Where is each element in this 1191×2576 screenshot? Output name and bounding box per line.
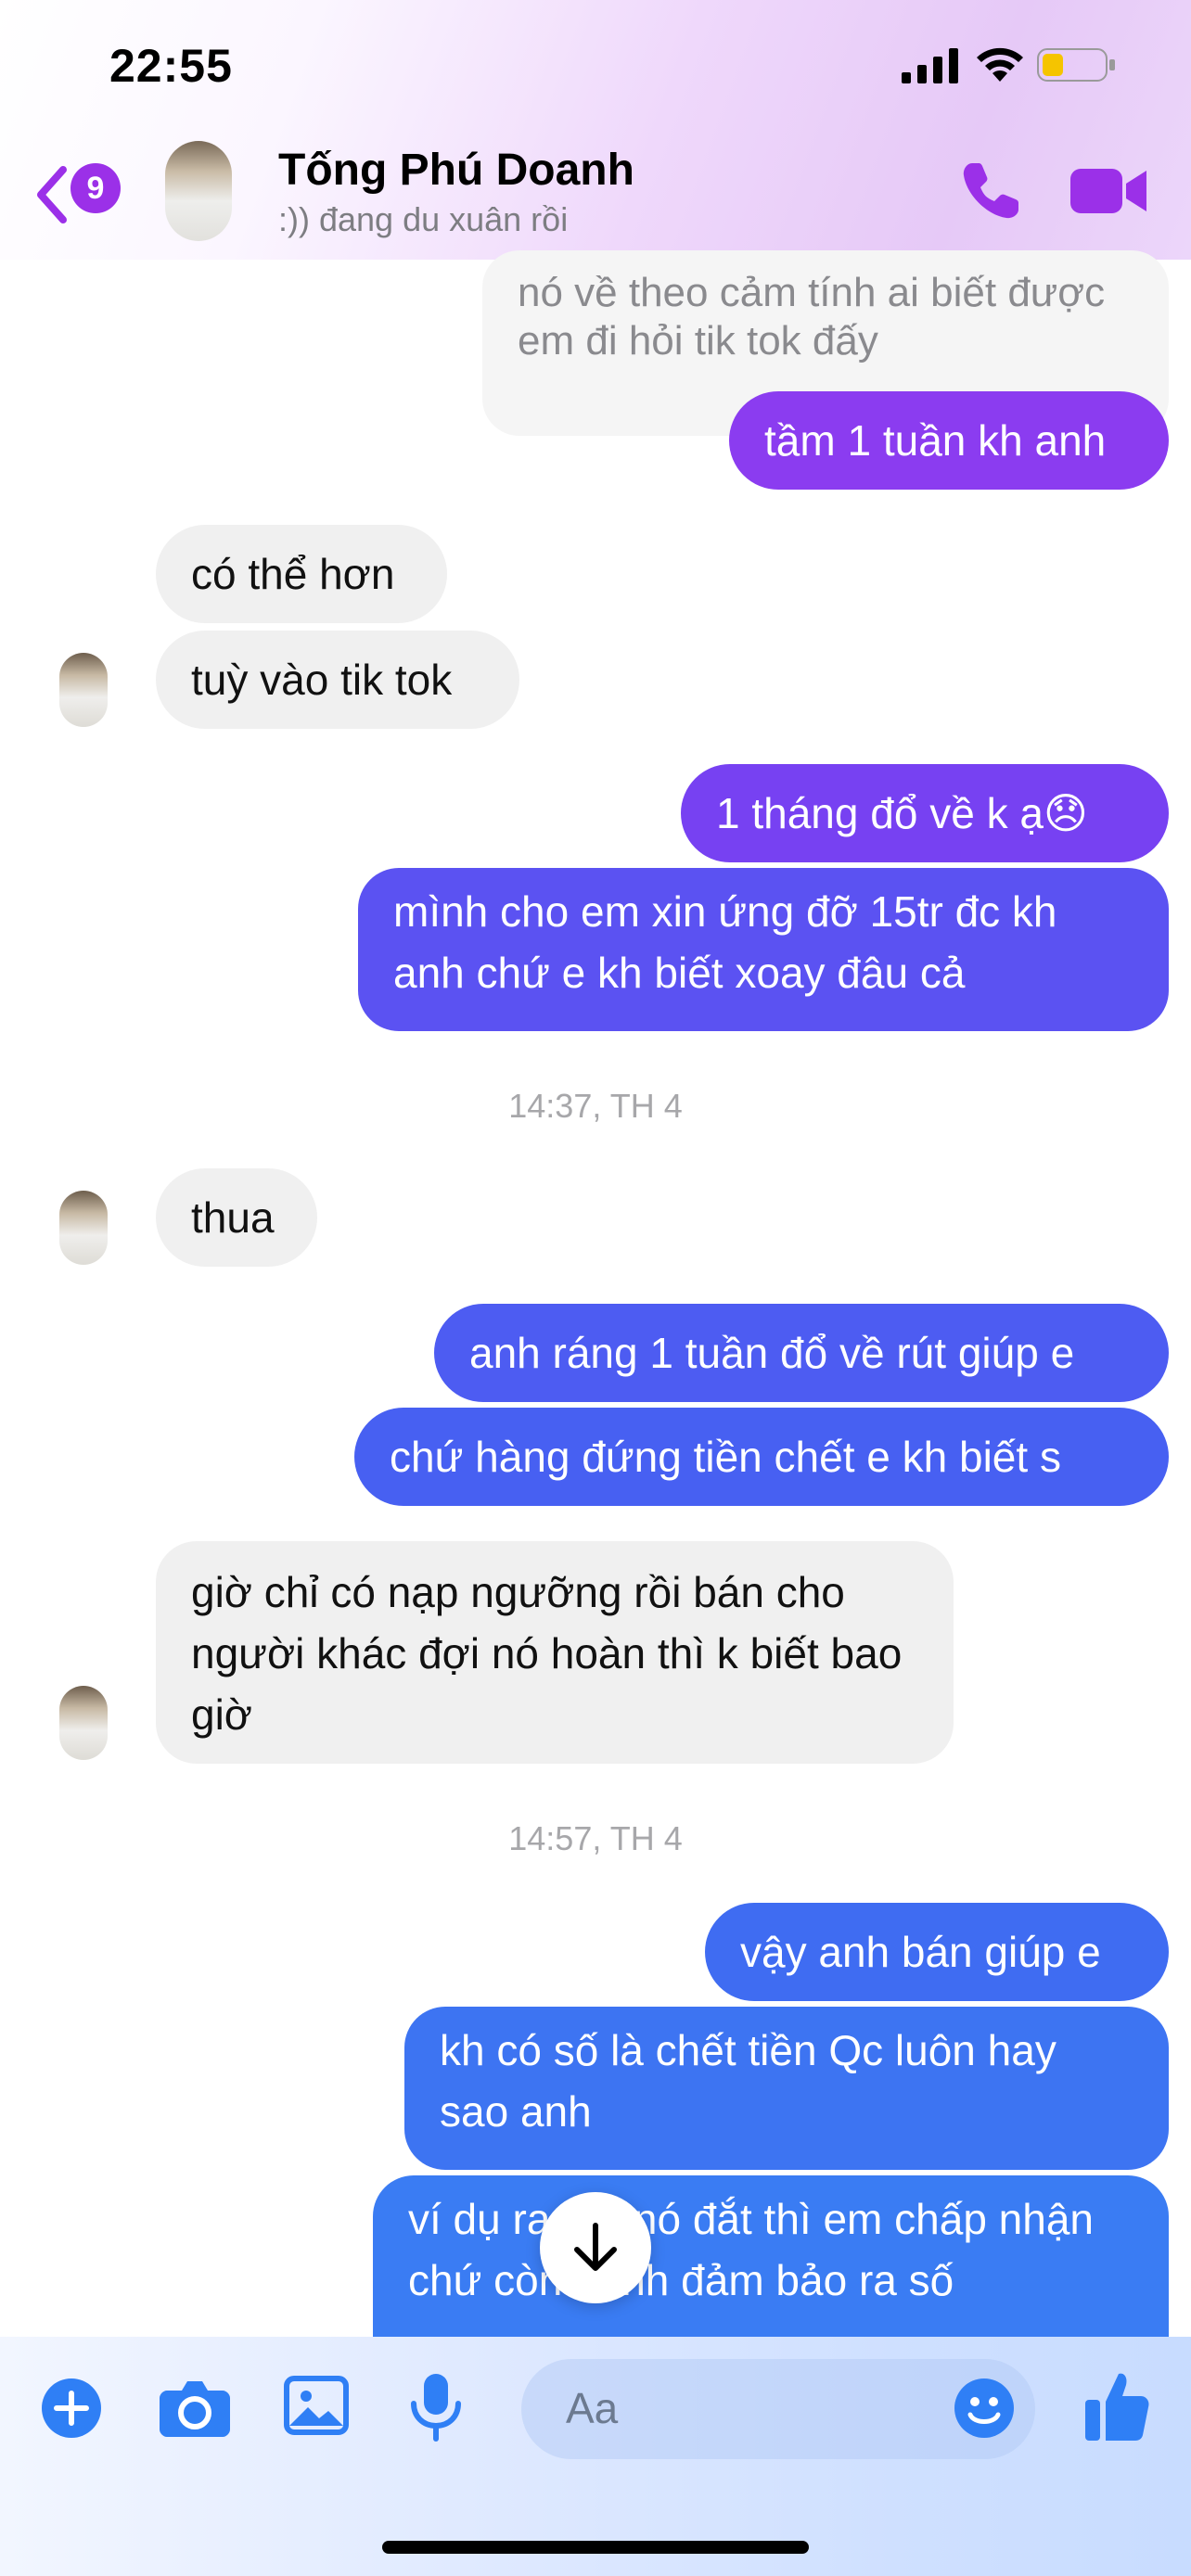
message-bubble-sent[interactable]: chứ hàng đứng tiền chết e kh biết s xyxy=(354,1408,1169,1506)
status-bar: 22:55 xyxy=(0,0,1191,130)
message-bubble-received[interactable]: giờ chỉ có nạp ngưỡng rồi bán cho người … xyxy=(156,1541,954,1764)
phone-icon[interactable] xyxy=(959,159,1022,223)
status-time: 22:55 xyxy=(109,40,233,92)
message-bubble-received[interactable]: tuỳ vào tik tok xyxy=(156,631,519,729)
contact-status: :)) đang du xuân rồi xyxy=(278,200,569,238)
contact-avatar[interactable] xyxy=(165,141,232,241)
microphone-icon[interactable] xyxy=(408,2372,464,2442)
message-bubble-sent[interactable]: tầm 1 tuần kh anh xyxy=(729,391,1169,490)
message-input-placeholder[interactable]: Aa xyxy=(566,2383,618,2433)
battery-icon xyxy=(1037,48,1115,82)
camera-icon[interactable] xyxy=(160,2378,230,2437)
message-bubble-sent[interactable]: 1 tháng đổ về k ạ😞 xyxy=(681,764,1169,862)
plus-icon[interactable] xyxy=(41,2378,102,2439)
message-bubble-sent[interactable]: kh có số là chết tiền Qc luôn hay sao an… xyxy=(404,2007,1169,2170)
sender-avatar[interactable] xyxy=(59,653,108,727)
thumbs-up-icon[interactable] xyxy=(1083,2370,1150,2442)
message-bubble-sent[interactable]: anh ráng 1 tuần đổ về rút giúp e xyxy=(434,1304,1169,1402)
sender-avatar[interactable] xyxy=(59,1191,108,1265)
contact-name[interactable]: Tống Phú Doanh xyxy=(278,145,634,196)
emoji-icon[interactable] xyxy=(954,2378,1015,2439)
image-icon[interactable] xyxy=(284,2376,349,2435)
timestamp: 14:57, TH 4 xyxy=(508,1819,683,1857)
video-camera-icon[interactable] xyxy=(1070,163,1148,219)
timestamp: 14:37, TH 4 xyxy=(508,1087,683,1125)
scroll-to-bottom-button[interactable] xyxy=(540,2192,651,2303)
arrow-down-icon xyxy=(574,2223,617,2271)
message-bubble-received[interactable]: có thể hơn xyxy=(156,525,447,623)
message-bubble-sent[interactable]: vậy anh bán giúp e xyxy=(705,1903,1169,2001)
home-indicator[interactable] xyxy=(382,2541,809,2554)
message-bubble-sent[interactable]: mình cho em xin ứng đỡ 15tr đc kh anh ch… xyxy=(358,868,1169,1031)
cellular-signal-icon xyxy=(902,48,958,83)
wifi-icon xyxy=(977,47,1023,82)
unread-badge[interactable]: 9 xyxy=(70,163,121,213)
message-bubble-received[interactable]: thua xyxy=(156,1168,317,1267)
sender-avatar[interactable] xyxy=(59,1686,108,1760)
